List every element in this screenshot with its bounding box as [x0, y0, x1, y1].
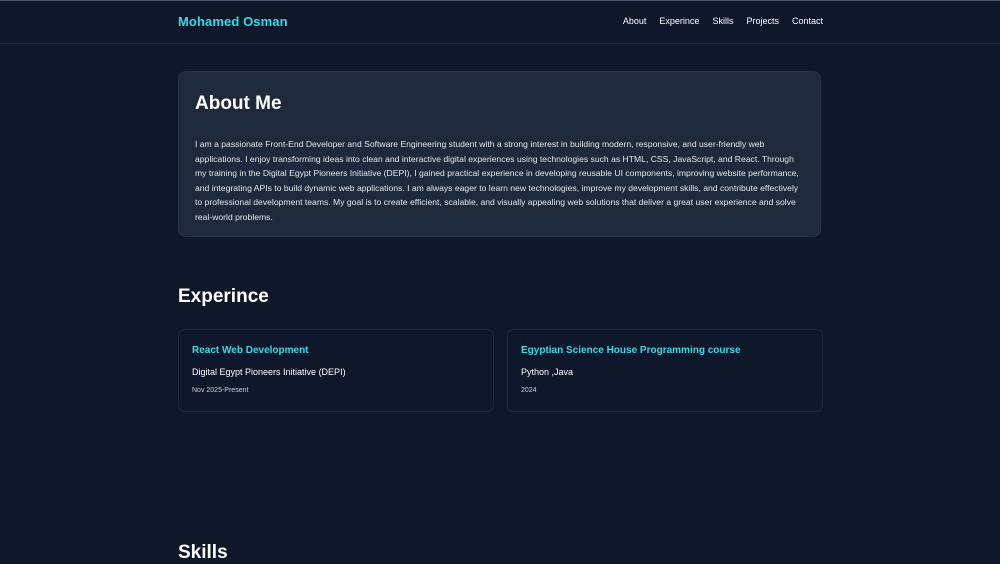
skills-title: Skills	[178, 542, 228, 563]
experience-organization: Digital Egypt Pioneers Initiative (DEPI)	[192, 367, 346, 377]
about-text: I am a passionate Front-End Developer an…	[195, 139, 799, 222]
about-title: About Me	[195, 93, 282, 114]
about-card: About Me I am a passionate Front-End Dev…	[178, 71, 821, 237]
nav-link-contact[interactable]: Contact	[792, 16, 823, 26]
nav-link-projects[interactable]: Projects	[746, 16, 779, 26]
nav-link-experience[interactable]: Experince	[659, 16, 699, 26]
site-header: Mohamed Osman About Experince Skills Pro…	[0, 1, 1000, 44]
main-nav: About Experince Skills Projects Contact	[623, 16, 823, 26]
experience-card: Egyptian Science House Programming cours…	[507, 329, 823, 412]
nav-link-skills[interactable]: Skills	[712, 16, 733, 26]
experience-date: Nov 2025-Present	[192, 387, 249, 394]
experience-date: 2024	[521, 387, 537, 394]
experience-card: React Web Development Digital Egypt Pion…	[178, 329, 494, 412]
experience-role: React Web Development	[192, 345, 309, 356]
nav-link-about[interactable]: About	[623, 16, 647, 26]
experience-organization: Python ,Java	[521, 367, 574, 377]
site-brand[interactable]: Mohamed Osman	[178, 14, 288, 29]
experience-title: Experince	[178, 286, 269, 307]
experience-role: Egyptian Science House Programming cours…	[521, 345, 741, 356]
